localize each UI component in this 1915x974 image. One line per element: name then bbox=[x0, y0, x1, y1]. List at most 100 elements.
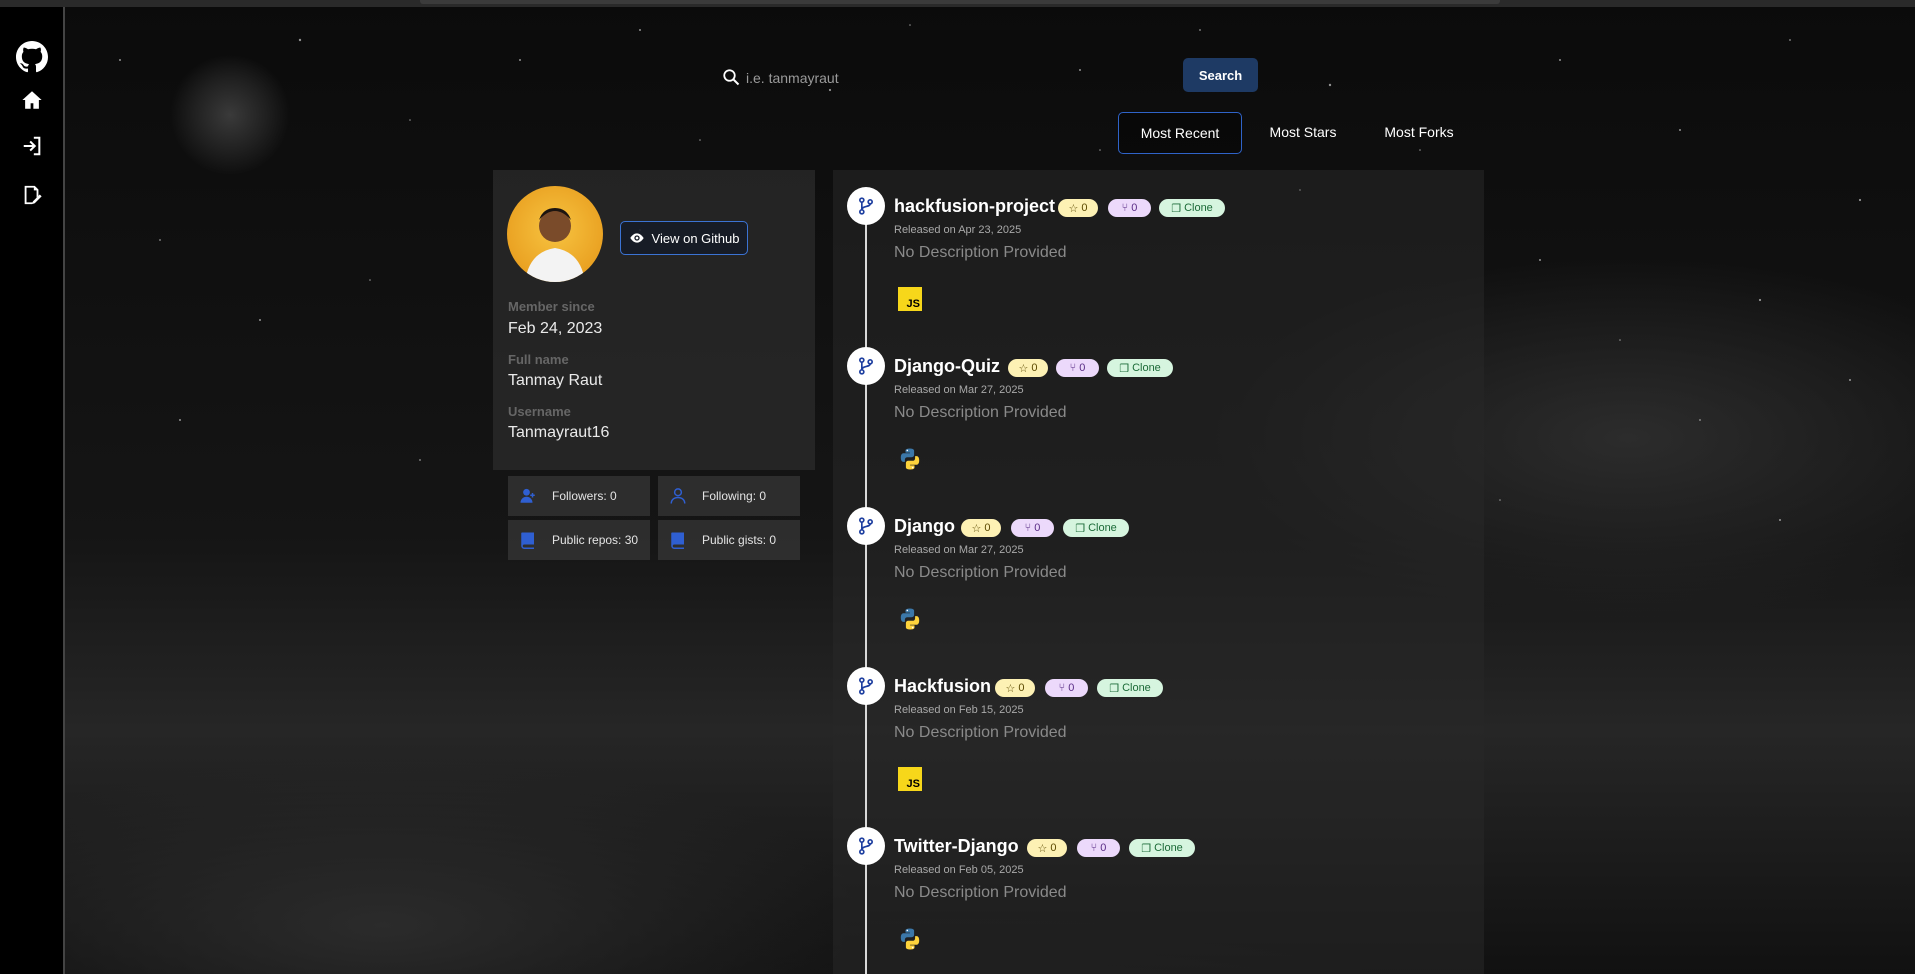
repo-name[interactable]: hackfusion-project bbox=[894, 196, 1055, 217]
clone-label: Clone bbox=[1132, 362, 1161, 374]
fork-icon: ⑂ bbox=[1069, 362, 1077, 374]
repo-description: No Description Provided bbox=[894, 244, 1067, 261]
branch-icon bbox=[847, 667, 885, 705]
tab-most-recent[interactable]: Most Recent bbox=[1118, 112, 1242, 154]
full-name-value: Tanmay Raut bbox=[508, 372, 603, 389]
gists-icon bbox=[671, 532, 684, 549]
branch-icon bbox=[847, 507, 885, 545]
followers-stat: Followers: 0 bbox=[508, 476, 650, 516]
repo-name[interactable]: Django bbox=[894, 516, 955, 537]
star-badge: ☆ 0 bbox=[1027, 839, 1067, 857]
star-count: 0 bbox=[984, 522, 991, 534]
star-badge: ☆ 0 bbox=[1008, 359, 1048, 377]
avatar bbox=[507, 186, 603, 282]
repo-description: No Description Provided bbox=[894, 884, 1067, 901]
clone-button[interactable]: ❐ Clone bbox=[1129, 839, 1195, 857]
clone-button[interactable]: ❐ Clone bbox=[1063, 519, 1129, 537]
view-on-github-button[interactable]: View on Github bbox=[620, 221, 748, 255]
repo-release-date: Released on Mar 27, 2025 bbox=[894, 544, 1024, 556]
star-badge: ☆ 0 bbox=[1058, 199, 1098, 217]
clone-button[interactable]: ❐ Clone bbox=[1107, 359, 1173, 377]
followers-icon bbox=[520, 488, 535, 503]
clone-label: Clone bbox=[1122, 682, 1151, 694]
scroll-indicator bbox=[420, 0, 1500, 4]
branch-icon bbox=[847, 187, 885, 225]
fork-badge: ⑂ 0 bbox=[1011, 519, 1054, 537]
member-since-value: Feb 24, 2023 bbox=[508, 320, 603, 337]
python-icon bbox=[898, 447, 922, 471]
eye-icon bbox=[629, 233, 644, 243]
repo-name[interactable]: Twitter-Django bbox=[894, 836, 1019, 857]
star-icon: ☆ bbox=[1037, 842, 1048, 855]
signup-nav-button[interactable] bbox=[14, 177, 50, 213]
repo-release-date: Released on Apr 23, 2025 bbox=[894, 224, 1022, 236]
star-count: 0 bbox=[1050, 842, 1057, 854]
username-value: Tanmayraut16 bbox=[508, 424, 610, 441]
repo-name[interactable]: Hackfusion bbox=[894, 676, 991, 697]
clone-button[interactable]: ❐ Clone bbox=[1159, 199, 1225, 217]
public-repos-stat: Public repos: 30 bbox=[508, 520, 650, 560]
star-icon: ☆ bbox=[1068, 202, 1079, 215]
star-count: 0 bbox=[1031, 362, 1038, 374]
following-stat: Following: 0 bbox=[658, 476, 800, 516]
followers-label: Followers: 0 bbox=[552, 489, 617, 503]
search-bar: Search bbox=[712, 58, 1258, 98]
star-count: 0 bbox=[1018, 682, 1025, 694]
browser-top-bar bbox=[0, 0, 1915, 7]
repo-release-date: Released on Mar 27, 2025 bbox=[894, 384, 1024, 396]
star-count: 0 bbox=[1081, 202, 1088, 214]
branch-icon bbox=[847, 347, 885, 385]
home-nav-button[interactable] bbox=[14, 82, 50, 118]
login-icon bbox=[23, 136, 41, 156]
fork-badge: ⑂ 0 bbox=[1077, 839, 1120, 857]
following-icon bbox=[670, 488, 686, 504]
fork-icon: ⑂ bbox=[1121, 202, 1129, 214]
tab-most-forks[interactable]: Most Forks bbox=[1366, 112, 1472, 152]
clone-label: Clone bbox=[1154, 842, 1183, 854]
fork-badge: ⑂ 0 bbox=[1045, 679, 1088, 697]
clone-button[interactable]: ❐ Clone bbox=[1097, 679, 1163, 697]
fork-count: 0 bbox=[1068, 682, 1075, 694]
login-nav-button[interactable] bbox=[14, 128, 50, 164]
public-gists-label: Public gists: 0 bbox=[702, 533, 777, 547]
fork-count: 0 bbox=[1079, 362, 1086, 374]
avatar-portrait bbox=[525, 208, 585, 282]
python-icon bbox=[898, 607, 922, 631]
repo-release-date: Released on Feb 15, 2025 bbox=[894, 704, 1024, 716]
branch-icon bbox=[847, 827, 885, 865]
fork-icon: ⑂ bbox=[1090, 842, 1098, 854]
member-since-label: Member since bbox=[508, 299, 595, 314]
home-icon bbox=[22, 91, 42, 109]
fork-count: 0 bbox=[1131, 202, 1138, 214]
star-badge: ☆ 0 bbox=[995, 679, 1035, 697]
search-button[interactable]: Search bbox=[1183, 58, 1258, 92]
view-on-github-label: View on Github bbox=[651, 230, 740, 246]
public-gists-stat: Public gists: 0 bbox=[658, 520, 800, 560]
repo-description: No Description Provided bbox=[894, 564, 1067, 581]
search-input[interactable] bbox=[712, 58, 1208, 98]
github-nav-button[interactable] bbox=[14, 39, 50, 75]
repo-release-date: Released on Feb 05, 2025 bbox=[894, 864, 1024, 876]
copy-icon: ❐ bbox=[1171, 202, 1182, 215]
repo-description: No Description Provided bbox=[894, 404, 1067, 421]
fork-icon: ⑂ bbox=[1058, 682, 1066, 694]
copy-icon: ❐ bbox=[1075, 522, 1086, 535]
clone-label: Clone bbox=[1184, 202, 1213, 214]
copy-icon: ❐ bbox=[1119, 362, 1130, 375]
repo-description: No Description Provided bbox=[894, 724, 1067, 741]
public-repos-label: Public repos: 30 bbox=[552, 533, 639, 547]
sidebar bbox=[0, 7, 65, 974]
fork-badge: ⑂ 0 bbox=[1108, 199, 1151, 217]
star-icon: ☆ bbox=[1018, 362, 1029, 375]
full-name-label: Full name bbox=[508, 352, 569, 367]
repo-name[interactable]: Django-Quiz bbox=[894, 356, 1000, 377]
username-label: Username bbox=[508, 404, 571, 419]
clone-label: Clone bbox=[1088, 522, 1117, 534]
repos-icon bbox=[521, 532, 534, 549]
fork-count: 0 bbox=[1034, 522, 1041, 534]
tab-most-stars[interactable]: Most Stars bbox=[1242, 112, 1364, 152]
copy-icon: ❐ bbox=[1141, 842, 1152, 855]
signup-icon bbox=[24, 185, 42, 205]
fork-badge: ⑂ 0 bbox=[1056, 359, 1099, 377]
star-icon: ☆ bbox=[971, 522, 982, 535]
